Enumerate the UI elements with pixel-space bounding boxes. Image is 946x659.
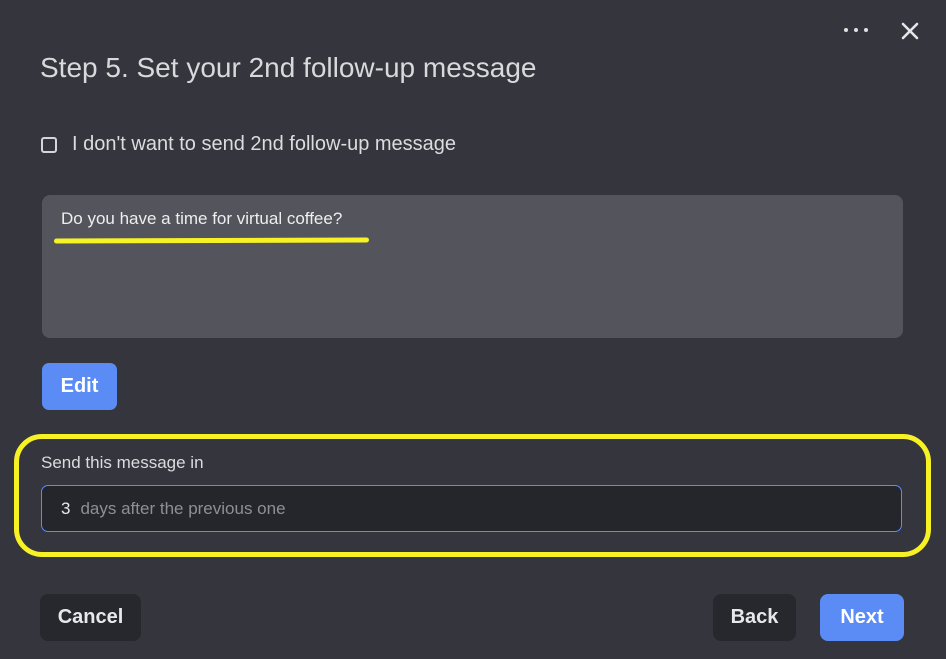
- schedule-label: Send this message in: [41, 453, 204, 472]
- message-preview: Do you have a time for virtual coffee?: [42, 195, 903, 338]
- opt-out-row[interactable]: I don't want to send 2nd follow-up messa…: [41, 133, 456, 156]
- days-value[interactable]: 3: [61, 499, 70, 519]
- edit-button[interactable]: Edit: [42, 363, 117, 410]
- more-options-icon[interactable]: [841, 21, 871, 39]
- close-icon[interactable]: [896, 17, 924, 45]
- message-text: Do you have a time for virtual coffee?: [61, 209, 343, 228]
- annotation-underline: [53, 237, 370, 244]
- opt-out-label[interactable]: I don't want to send 2nd follow-up messa…: [72, 133, 456, 156]
- days-delay-input[interactable]: 3 days after the previous one: [41, 485, 902, 532]
- dialog-title: Step 5. Set your 2nd follow-up message: [40, 52, 537, 83]
- opt-out-checkbox[interactable]: [41, 136, 57, 153]
- next-button[interactable]: Next: [820, 594, 904, 641]
- cancel-button[interactable]: Cancel: [40, 594, 141, 641]
- days-suffix: days after the previous one: [80, 498, 286, 518]
- back-button[interactable]: Back: [713, 594, 796, 641]
